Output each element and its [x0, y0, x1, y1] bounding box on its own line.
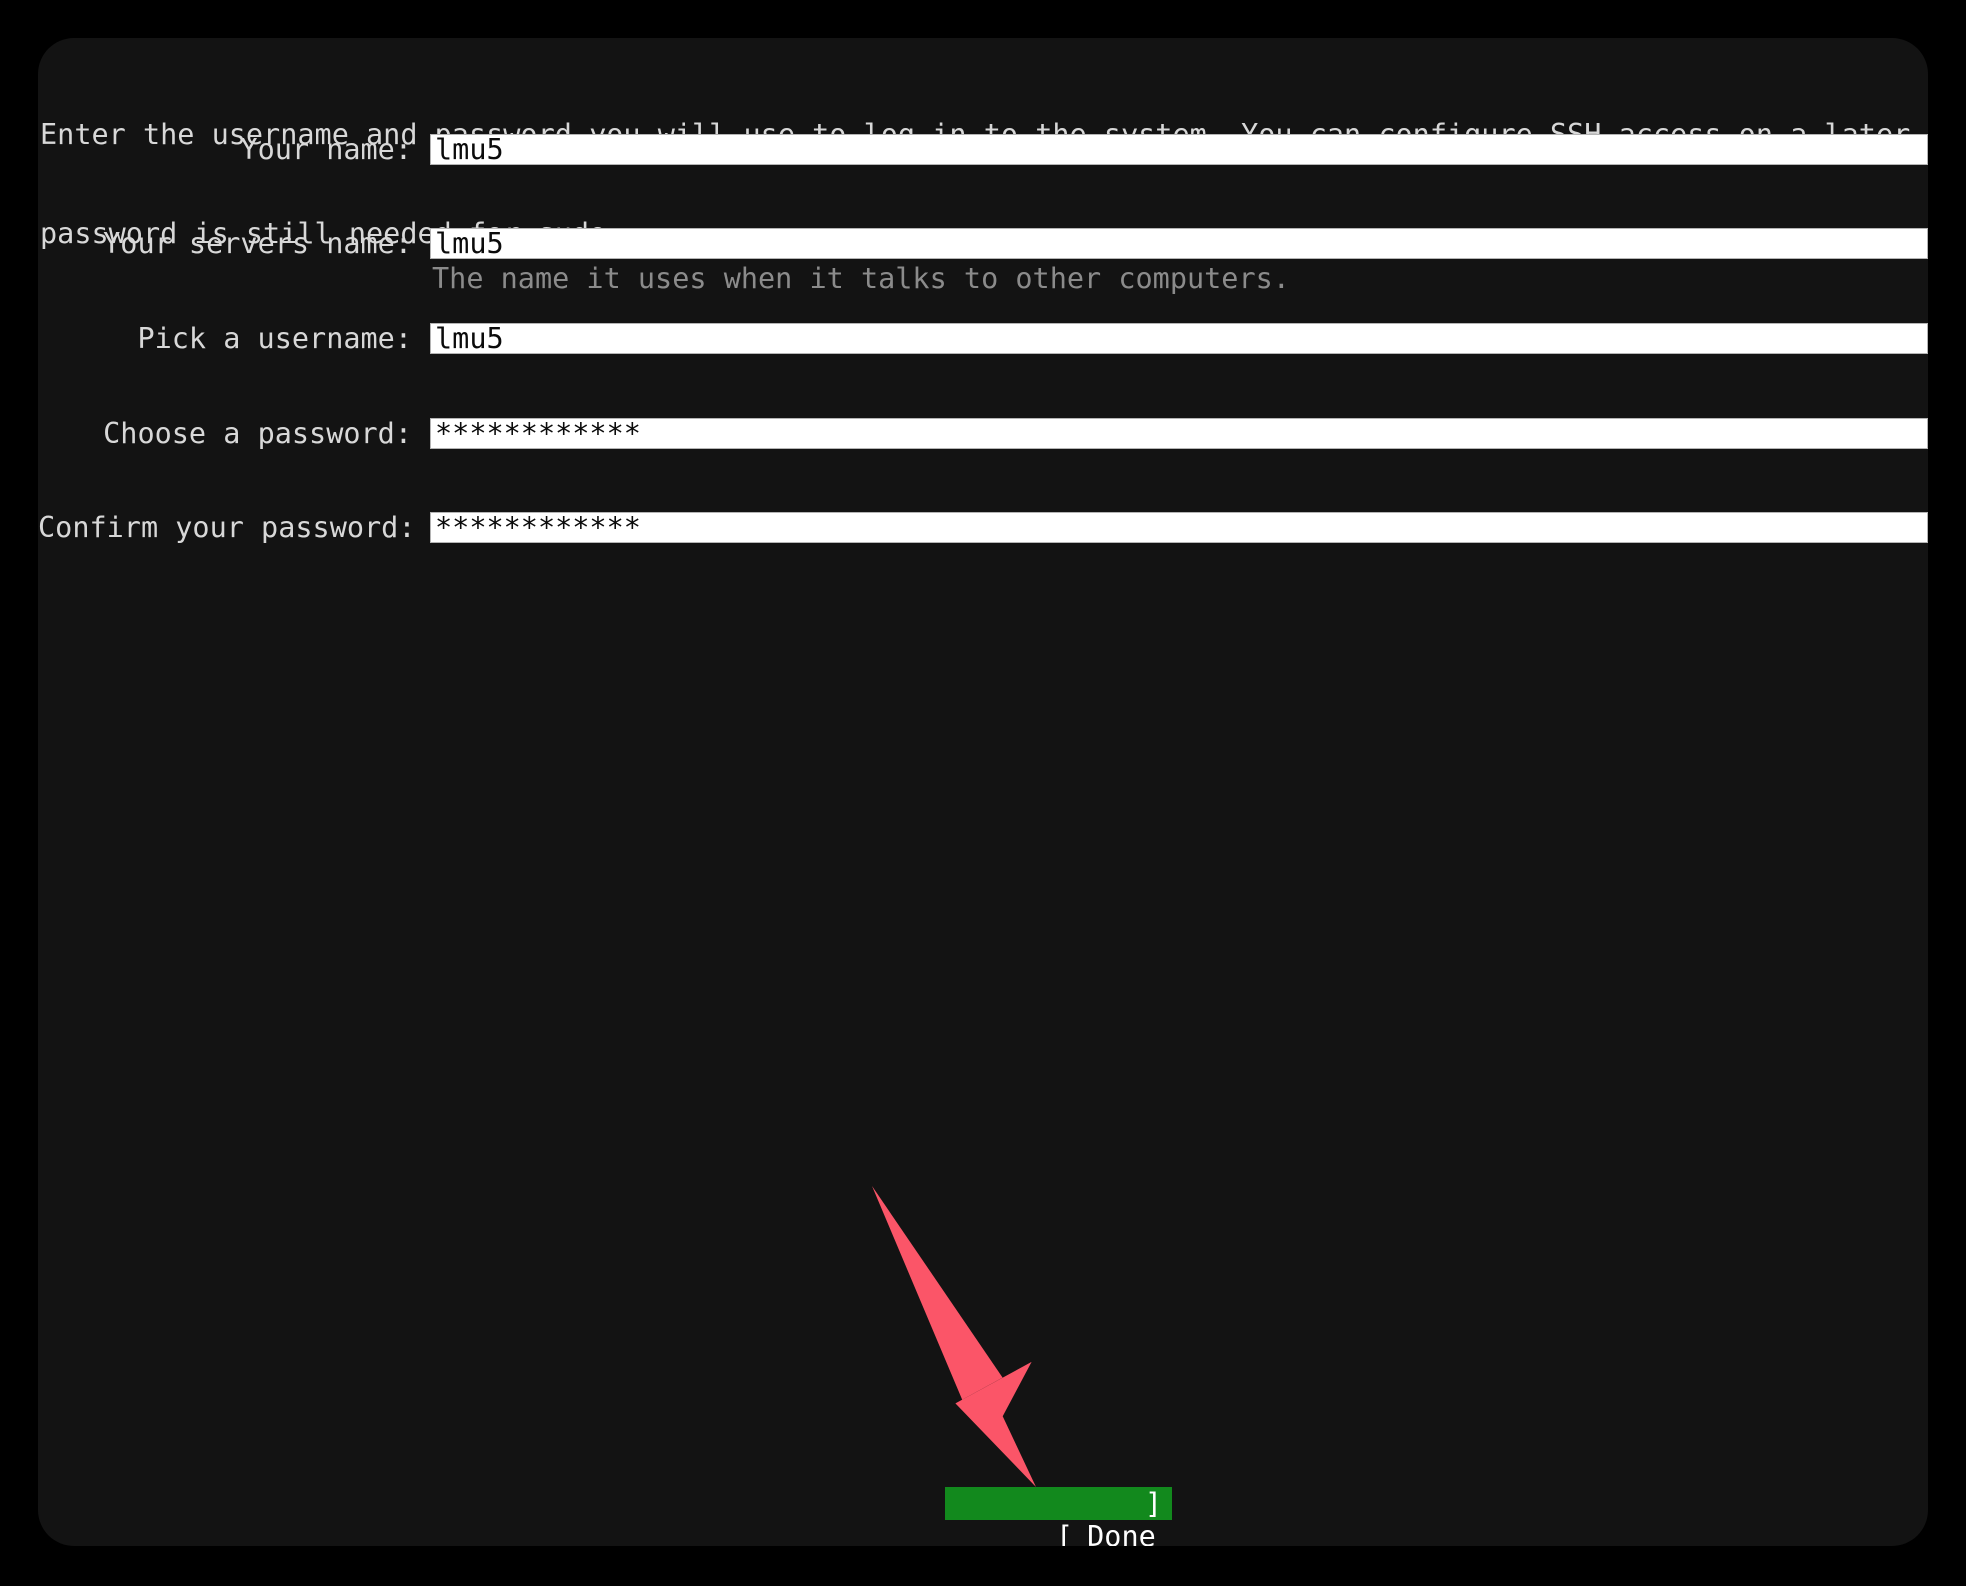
input-your-name-value: lmu5: [435, 134, 504, 165]
label-your-name: Your name:: [240, 133, 412, 166]
form-row-your-name: Your name: lmu5: [38, 132, 1928, 168]
done-bracket-left: [: [1055, 1520, 1074, 1546]
input-confirm-password[interactable]: ************: [430, 512, 1928, 543]
input-confirm-password-value: ************: [435, 512, 641, 543]
installer-screen: Enter the username and password you will…: [0, 0, 1966, 1586]
done-bracket-right: ]: [1144, 1487, 1162, 1520]
form-row-confirm-password: Confirm your password: ************: [38, 510, 1928, 546]
installer-panel: Enter the username and password you will…: [38, 38, 1928, 1546]
input-server-name[interactable]: lmu5: [430, 228, 1928, 259]
label-username: Pick a username:: [137, 322, 412, 355]
input-username[interactable]: lmu5: [430, 323, 1928, 354]
done-button-label: Done: [1087, 1520, 1156, 1546]
input-password[interactable]: ************: [430, 418, 1928, 449]
input-server-name-value: lmu5: [435, 228, 504, 259]
form-row-password: Choose a password: ************: [38, 416, 1928, 452]
input-your-name[interactable]: lmu5: [430, 134, 1928, 165]
form-row-server-name: Your servers name: lmu5: [38, 226, 1928, 262]
hint-server-name: The name it uses when it talks to other …: [432, 262, 1290, 295]
label-password: Choose a password:: [103, 417, 412, 450]
input-password-value: ************: [435, 418, 641, 449]
label-server-name: Your servers name:: [103, 227, 412, 260]
input-username-value: lmu5: [435, 323, 504, 354]
form-row-username: Pick a username: lmu5: [38, 321, 1928, 357]
label-confirm-password: Confirm your password:: [38, 511, 416, 544]
done-button[interactable]: [ Done ]: [945, 1487, 1172, 1546]
